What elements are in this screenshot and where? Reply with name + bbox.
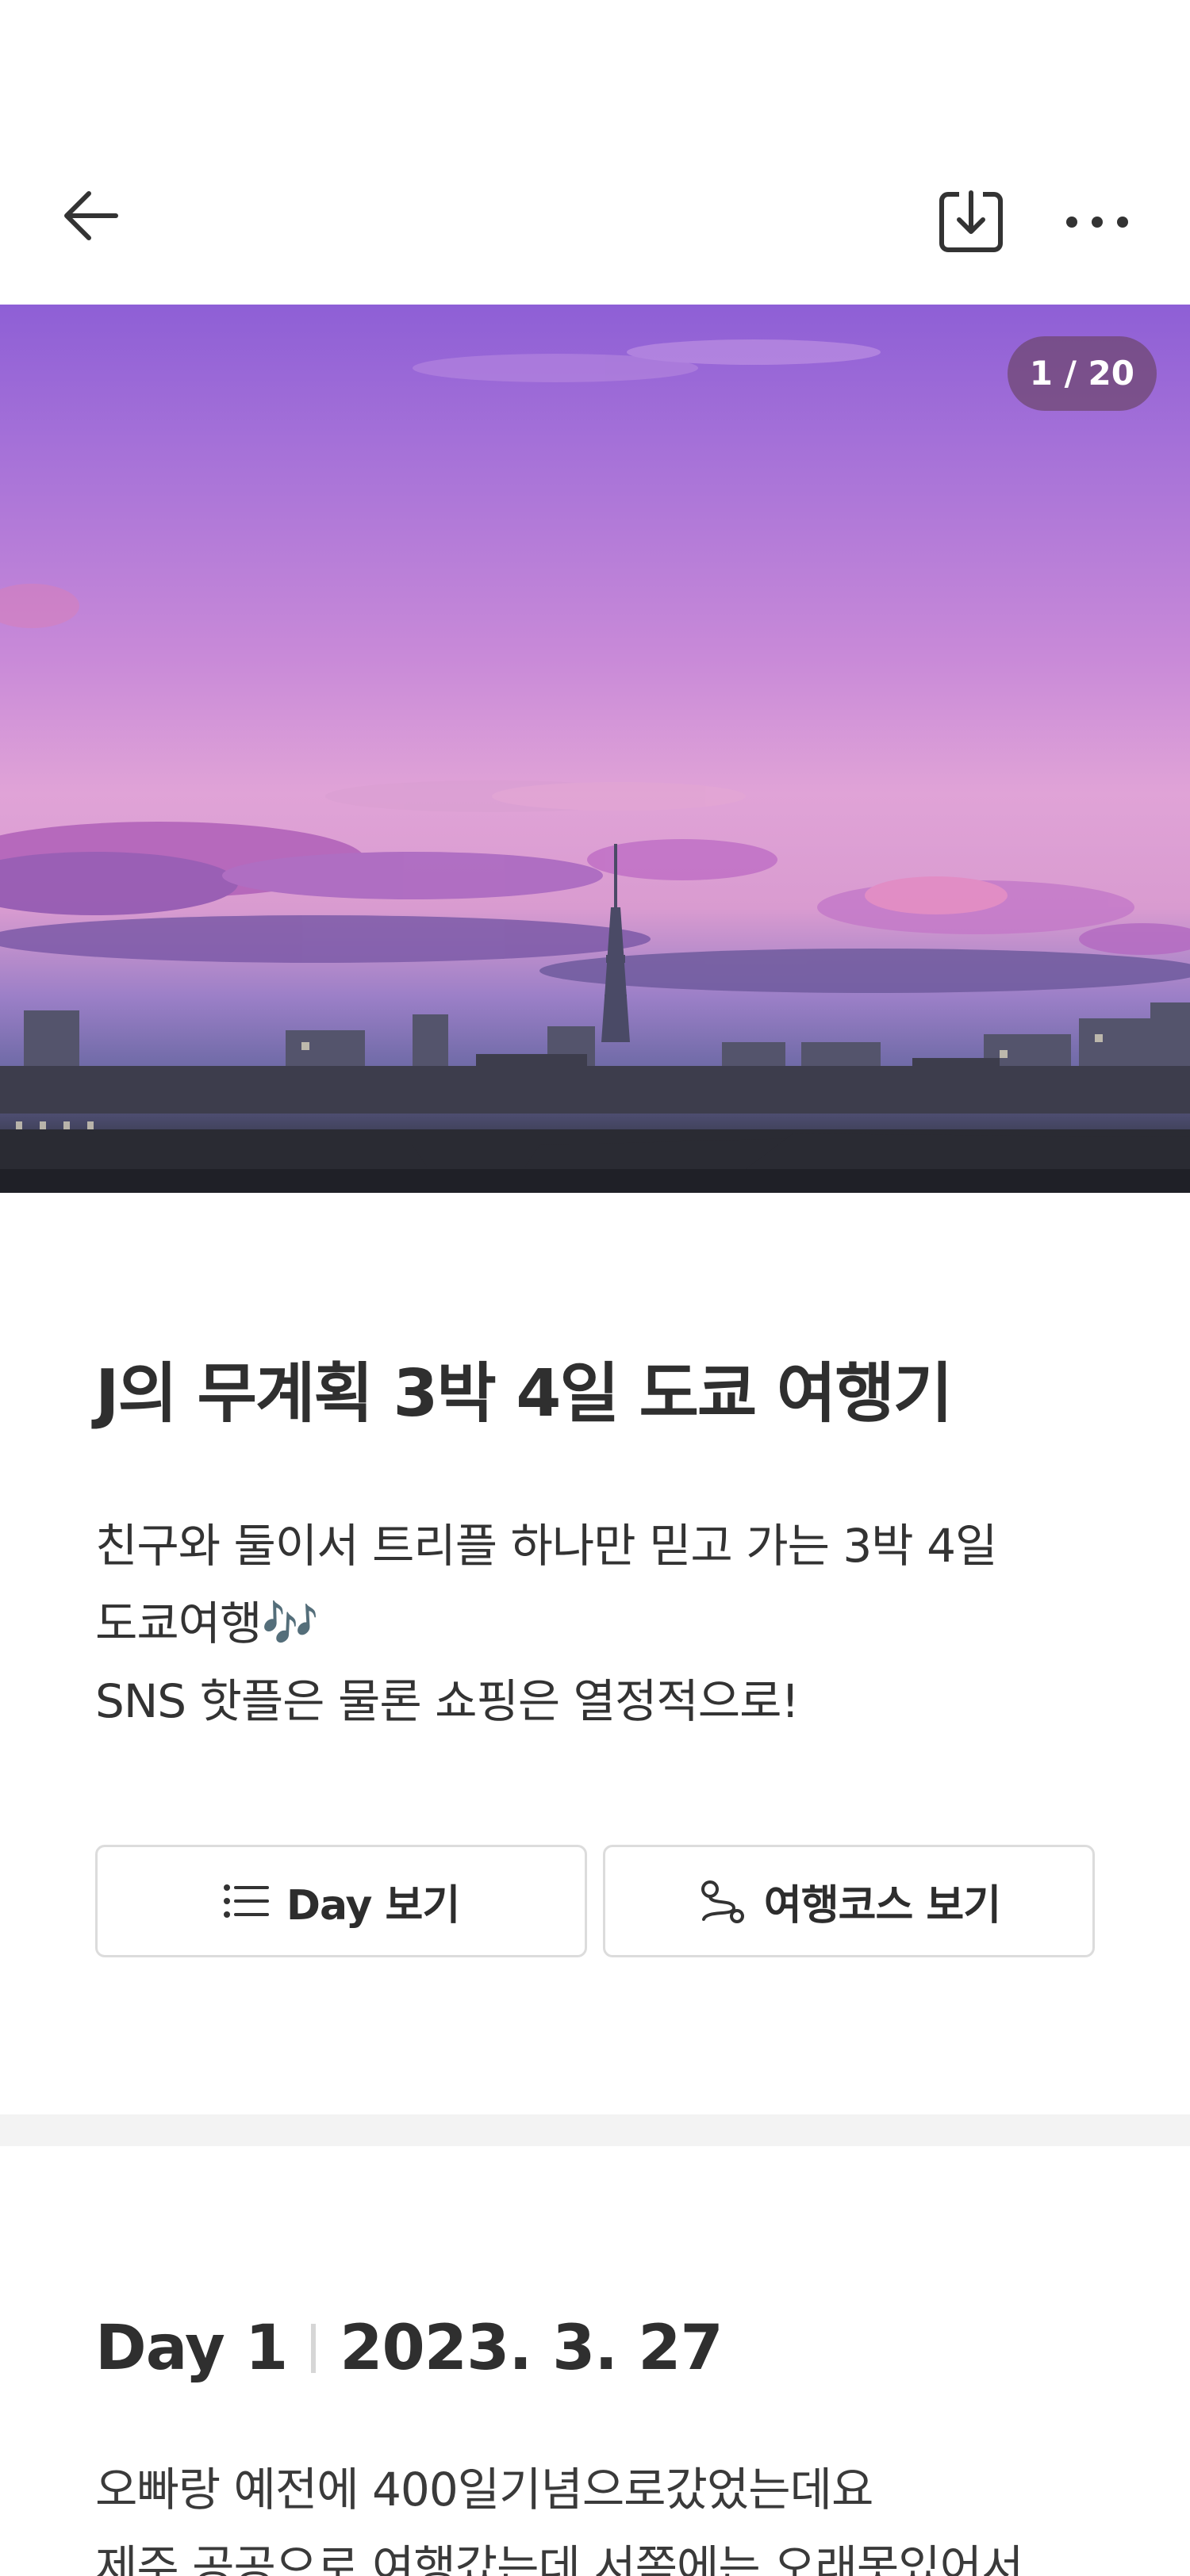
day-view-button[interactable]: Day 보기 — [95, 1845, 587, 1957]
list-icon — [223, 1884, 269, 1918]
download-button[interactable] — [930, 182, 1012, 262]
course-view-label: 여행코스 보기 — [763, 1881, 1001, 1930]
day-view-label: Day 보기 — [286, 1881, 460, 1930]
trip-description: 친구와 둘이서 트리플 하나만 믿고 가는 3박 4일 도쿄여행🎶 SNS 핫플… — [95, 1507, 1095, 1740]
description-line: SNS 핫플은 물론 쇼핑은 열정적으로! — [95, 1674, 800, 1728]
day-body-line: 제주 공공으로 여행갔는데 서쪽에는 오래못있어서 — [95, 2540, 1023, 2576]
more-options-button[interactable] — [1055, 182, 1139, 262]
description-line: 도쿄여행🎶 — [95, 1597, 319, 1650]
more-horizontal-icon — [1066, 217, 1128, 228]
arrow-left-icon — [64, 191, 118, 240]
day-date: 2023. 3. 27 — [340, 2313, 723, 2384]
download-icon — [939, 190, 1003, 252]
skyline-illustration — [0, 339, 1190, 1193]
day-body-line: 오빠랑 예전에 400일기념으로갔었는데요 — [95, 2463, 873, 2517]
top-bar — [0, 0, 1190, 305]
description-line: 친구와 둘이서 트리플 하나만 믿고 가는 3박 4일 — [95, 1519, 997, 1573]
section-divider — [0, 2114, 1190, 2146]
back-button[interactable] — [51, 176, 130, 255]
course-view-button[interactable]: 여행코스 보기 — [603, 1845, 1095, 1957]
trip-title: J의 무계획 3박 4일 도쿄 여행기 — [95, 1356, 953, 1432]
day-label: Day 1 — [95, 2313, 288, 2384]
day-description: 오빠랑 예전에 400일기념으로갔었는데요 제주 공공으로 여행갔는데 서쪽에는… — [95, 2451, 1111, 2576]
day-separator — [311, 2324, 317, 2373]
image-counter-badge: 1 / 20 — [1007, 336, 1157, 411]
route-icon — [701, 1880, 744, 1923]
day-header: Day 1 2023. 3. 27 — [95, 2305, 724, 2392]
hero-image[interactable] — [0, 305, 1190, 1193]
